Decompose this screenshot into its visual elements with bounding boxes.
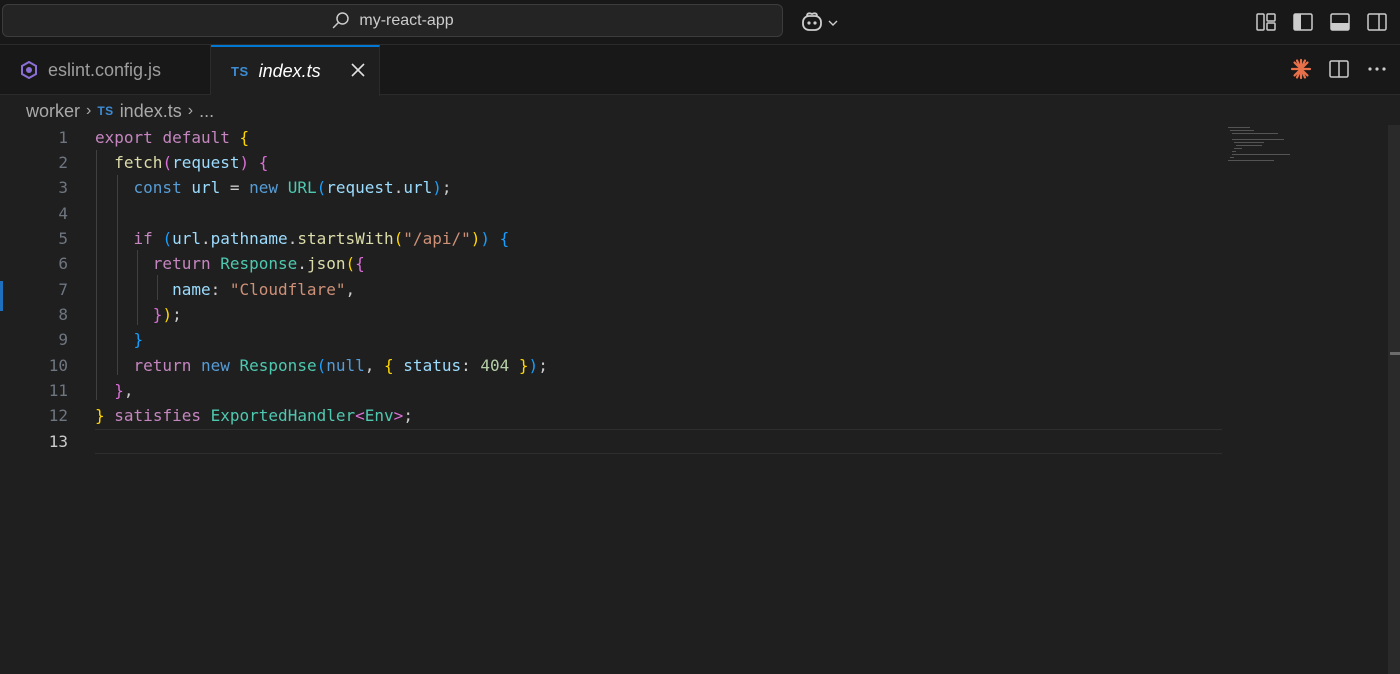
typescript-icon: TS: [97, 104, 114, 118]
close-icon[interactable]: [349, 61, 367, 79]
tab-index-ts[interactable]: TS index.ts: [211, 45, 380, 96]
code-editor[interactable]: 1 2 3 4 5 6 7 8 9 10 11 12 13 export def…: [0, 125, 1222, 674]
line-number-current: 13: [48, 432, 68, 451]
code-line: });: [152, 305, 182, 324]
line-number: 5: [58, 229, 68, 248]
tab-label: index.ts: [258, 61, 321, 81]
line-number: 9: [58, 330, 68, 349]
tab-label: eslint.config.js: [48, 59, 162, 80]
code-line: fetch(request) {: [114, 153, 269, 172]
gutter-change-indicator: [0, 281, 3, 311]
line-number: 4: [58, 204, 68, 223]
line-number: 3: [58, 178, 68, 197]
code-line: }: [133, 330, 144, 349]
line-number: 1: [58, 128, 68, 147]
line-number: 12: [48, 406, 68, 425]
current-line-highlight: [95, 429, 1222, 454]
code-line: export default {: [95, 128, 250, 147]
copilot-icon: [800, 10, 824, 34]
code-line: const url = new URL(request.url);: [133, 178, 452, 197]
tab-eslint-config[interactable]: eslint.config.js: [0, 45, 211, 95]
code-line: },: [114, 381, 134, 400]
line-number: 10: [48, 356, 68, 375]
line-number: 11: [48, 381, 68, 400]
workspace-name: my-react-app: [359, 11, 454, 29]
split-editor-icon[interactable]: [1328, 58, 1350, 80]
claude-icon[interactable]: [1290, 58, 1312, 80]
code-line: return Response.json({: [152, 254, 365, 273]
code-line: if (url.pathname.startsWith("/api/")) {: [133, 229, 510, 248]
line-number: 7: [58, 280, 68, 299]
code-line: name: "Cloudflare",: [172, 280, 356, 299]
search-icon: [331, 11, 351, 31]
line-number: 8: [58, 305, 68, 324]
command-center-search[interactable]: my-react-app: [2, 4, 783, 37]
editor-tab-bar: eslint.config.js TS index.ts: [0, 45, 1400, 96]
breadcrumb-folder[interactable]: worker: [26, 101, 80, 122]
typescript-icon: TS: [231, 64, 249, 79]
code-line: return new Response(null, { status: 404 …: [133, 356, 548, 375]
breadcrumb-file[interactable]: TS index.ts: [97, 101, 181, 122]
code-line: } satisfies ExportedHandler<Env>;: [95, 406, 413, 425]
vertical-scrollbar[interactable]: [1388, 125, 1400, 674]
title-bar: my-react-app: [0, 0, 1400, 45]
copilot-menu-button[interactable]: [800, 9, 839, 35]
scrollbar-cursor-marker: [1390, 352, 1400, 355]
line-number: 6: [58, 254, 68, 273]
toggle-secondary-sidebar-icon[interactable]: [1366, 11, 1388, 33]
minimap[interactable]: [1226, 125, 1386, 185]
line-number: 2: [58, 153, 68, 172]
chevron-right-icon: ›: [86, 102, 92, 119]
breadcrumb-symbols[interactable]: ...: [199, 101, 214, 122]
chevron-down-icon: [827, 16, 839, 28]
toggle-primary-sidebar-icon[interactable]: [1292, 11, 1314, 33]
more-actions-icon[interactable]: [1366, 58, 1388, 80]
customize-layout-icon[interactable]: [1255, 11, 1277, 33]
eslint-icon: [20, 60, 38, 80]
toggle-panel-icon[interactable]: [1329, 11, 1351, 33]
breadcrumb-file-label: index.ts: [119, 100, 182, 121]
chevron-right-icon: ›: [187, 102, 194, 119]
breadcrumb: worker › TS index.ts › ...: [26, 99, 214, 123]
